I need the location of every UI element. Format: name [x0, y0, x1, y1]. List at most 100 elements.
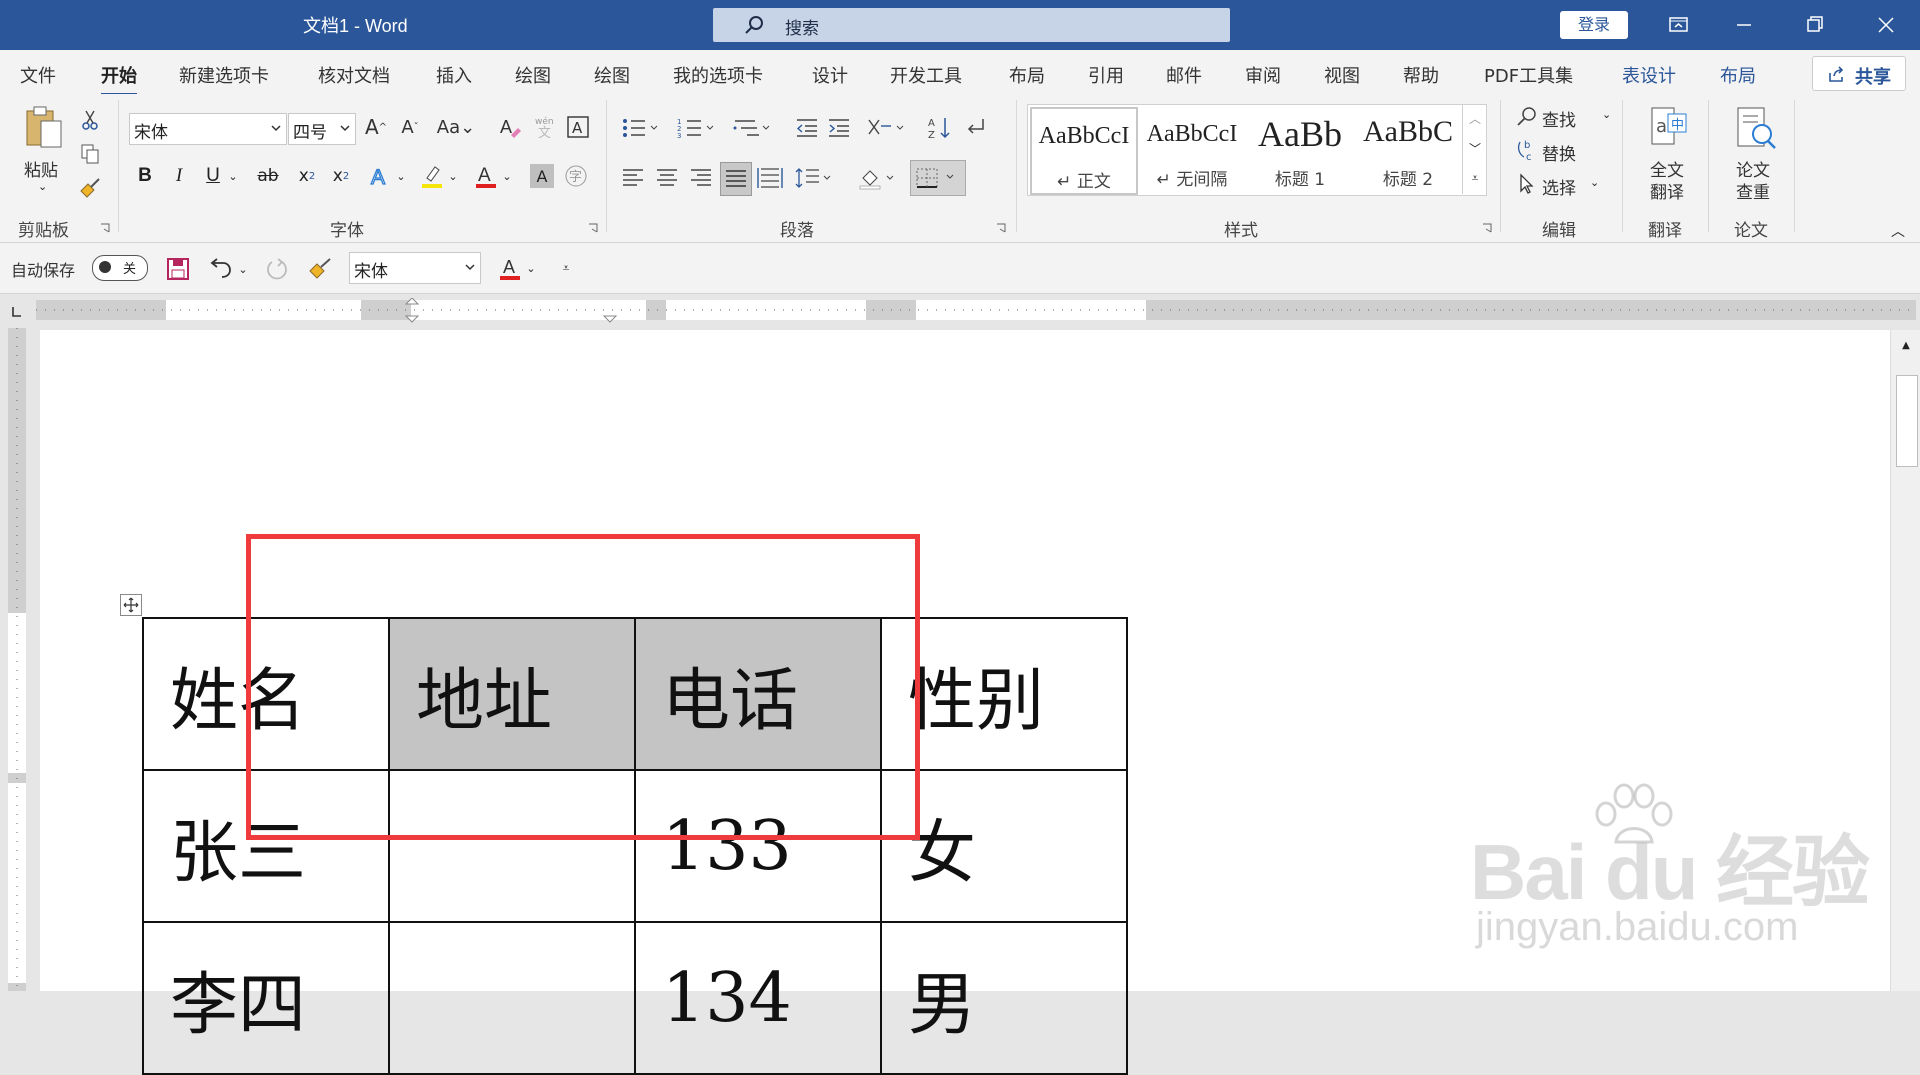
search-box[interactable]: 搜索 [713, 8, 1230, 42]
align-left-icon[interactable] [620, 164, 646, 192]
table-cell[interactable]: 男 [880, 921, 1128, 1075]
horizontal-ruler[interactable] [0, 294, 1920, 328]
increase-indent-icon[interactable] [826, 114, 852, 142]
tab-draw-1[interactable]: 绘图 [515, 62, 551, 88]
text-effects-icon[interactable]: A [366, 162, 394, 190]
table-cell[interactable]: 李四 [142, 921, 390, 1075]
enclose-characters-icon[interactable]: 字 [562, 162, 590, 190]
show-marks-icon[interactable] [962, 114, 990, 142]
subscript-icon[interactable]: x2 [294, 162, 320, 190]
tab-layout[interactable]: 布局 [1009, 62, 1045, 88]
distributed-icon[interactable] [756, 164, 784, 192]
table-cell[interactable]: 134 [634, 921, 882, 1075]
format-painter-icon[interactable] [78, 176, 102, 200]
font-name-select[interactable]: 宋体 [129, 113, 287, 145]
gallery-more-icon[interactable]: ⩡ [1463, 164, 1487, 192]
style-no-spacing[interactable]: AaBbCcI ↵ 无间隔 [1140, 107, 1244, 191]
align-center-icon[interactable] [654, 164, 680, 192]
undo-icon[interactable] [206, 255, 234, 283]
tab-developer[interactable]: 开发工具 [890, 62, 962, 88]
underline-dropdown-icon[interactable]: ⌄ [226, 162, 240, 190]
grow-font-icon[interactable]: A ^ [362, 112, 390, 142]
underline-icon[interactable]: U [202, 162, 224, 190]
shrink-font-icon[interactable]: Aˇ [396, 112, 424, 142]
tab-new-tab[interactable]: 新建选项卡 [179, 62, 269, 88]
table-cell[interactable] [388, 921, 636, 1075]
style-heading-1[interactable]: AaBb 标题 1 [1248, 107, 1352, 191]
chevron-down-icon[interactable]: ﹀ [1463, 134, 1487, 162]
highlight-dropdown-icon[interactable]: ⌄ [446, 162, 460, 190]
borders-icon[interactable] [910, 160, 966, 196]
minimize-icon[interactable] [1724, 8, 1764, 42]
tab-design[interactable]: 设计 [812, 62, 848, 88]
style-heading-2[interactable]: AaBbC 标题 2 [1356, 107, 1460, 191]
sort-icon[interactable]: AZ [926, 114, 954, 142]
tab-insert[interactable]: 插入 [436, 62, 472, 88]
tab-help[interactable]: 帮助 [1403, 62, 1439, 88]
customize-qat-icon[interactable]: ⩡ [556, 253, 576, 283]
multilevel-list-icon[interactable] [732, 114, 774, 142]
tab-file[interactable]: 文件 [20, 62, 56, 88]
tab-review-doc[interactable]: 核对文档 [318, 62, 390, 88]
scroll-thumb[interactable] [1896, 375, 1918, 467]
line-spacing-icon[interactable] [794, 164, 836, 192]
tab-references[interactable]: 引用 [1088, 62, 1124, 88]
text-effects-dropdown-icon[interactable]: ⌄ [394, 162, 408, 190]
phonetic-guide-icon[interactable]: wén 文 [530, 112, 560, 142]
shading-icon[interactable] [856, 164, 900, 192]
save-icon[interactable] [164, 255, 192, 283]
autosave-toggle[interactable]: 关 [92, 255, 148, 281]
paragraph-dialog-launcher-icon[interactable] [996, 222, 1006, 233]
font-color-icon[interactable]: A [472, 162, 500, 190]
bullets-icon[interactable] [620, 114, 662, 142]
format-painter-icon[interactable] [306, 255, 334, 283]
character-shading-icon[interactable]: A [530, 164, 554, 188]
decrease-indent-icon[interactable] [794, 114, 820, 142]
chevron-up-icon[interactable]: ︿ [1463, 104, 1487, 132]
tab-table-layout[interactable]: 布局 [1720, 62, 1756, 88]
style-normal[interactable]: AaBbCcI ↵ 正文 [1030, 107, 1138, 195]
tab-selector-icon[interactable] [8, 304, 24, 320]
strikethrough-icon[interactable]: ab [254, 162, 282, 190]
tab-my-tab[interactable]: 我的选项卡 [673, 62, 763, 88]
paste-dropdown-icon[interactable]: ⌄ [38, 180, 47, 193]
character-border-icon[interactable]: A [564, 112, 592, 142]
clipboard-dialog-launcher-icon[interactable] [100, 222, 110, 233]
ribbon-display-icon[interactable] [1658, 8, 1698, 42]
paste-icon[interactable] [20, 104, 66, 152]
vertical-ruler[interactable] [0, 328, 34, 991]
find-button[interactable]: 查找 ⌄ [1516, 102, 1616, 132]
close-icon[interactable] [1866, 8, 1906, 42]
tab-view[interactable]: 视图 [1324, 62, 1360, 88]
qat-font-color-icon[interactable]: A [496, 253, 524, 283]
full-translate-button[interactable]: a中 全文 翻译 [1640, 104, 1696, 204]
tab-draw-2[interactable]: 绘图 [594, 62, 630, 88]
copy-icon[interactable] [78, 142, 102, 166]
paste-label[interactable]: 粘贴 [24, 156, 58, 181]
styles-dialog-launcher-icon[interactable] [1482, 222, 1492, 233]
paper-check-button[interactable]: 论文 查重 [1726, 104, 1782, 204]
collapse-ribbon-icon[interactable]: ︿ [1886, 222, 1910, 240]
justify-icon[interactable] [720, 162, 752, 196]
font-color-dropdown-icon[interactable]: ⌄ [500, 162, 514, 190]
restore-icon[interactable] [1795, 8, 1835, 42]
change-case-icon[interactable]: Aa⌄ [434, 112, 478, 142]
table-move-handle-icon[interactable] [120, 594, 142, 616]
tab-pdf-tools[interactable]: PDF工具集 [1484, 62, 1573, 88]
select-button[interactable]: 选择 ⌄ [1516, 170, 1616, 200]
tab-table-design[interactable]: 表设计 [1622, 62, 1676, 88]
qat-font-color-dropdown-icon[interactable]: ⌄ [524, 253, 538, 283]
tab-review[interactable]: 审阅 [1245, 62, 1281, 88]
font-size-select[interactable]: 四号 [288, 113, 356, 145]
highlight-icon[interactable] [418, 162, 446, 190]
superscript-icon[interactable]: x2 [328, 162, 354, 190]
asian-layout-icon[interactable] [864, 114, 908, 142]
numbering-icon[interactable]: 123 [676, 114, 718, 142]
clear-formatting-icon[interactable]: A [496, 112, 524, 142]
replace-button[interactable]: bc 替换 [1516, 136, 1616, 166]
vertical-scrollbar[interactable]: ▲ [1890, 330, 1920, 991]
redo-icon[interactable] [262, 255, 292, 283]
align-right-icon[interactable] [688, 164, 714, 192]
cut-icon[interactable] [78, 108, 102, 132]
scroll-up-icon[interactable]: ▲ [1895, 336, 1917, 354]
